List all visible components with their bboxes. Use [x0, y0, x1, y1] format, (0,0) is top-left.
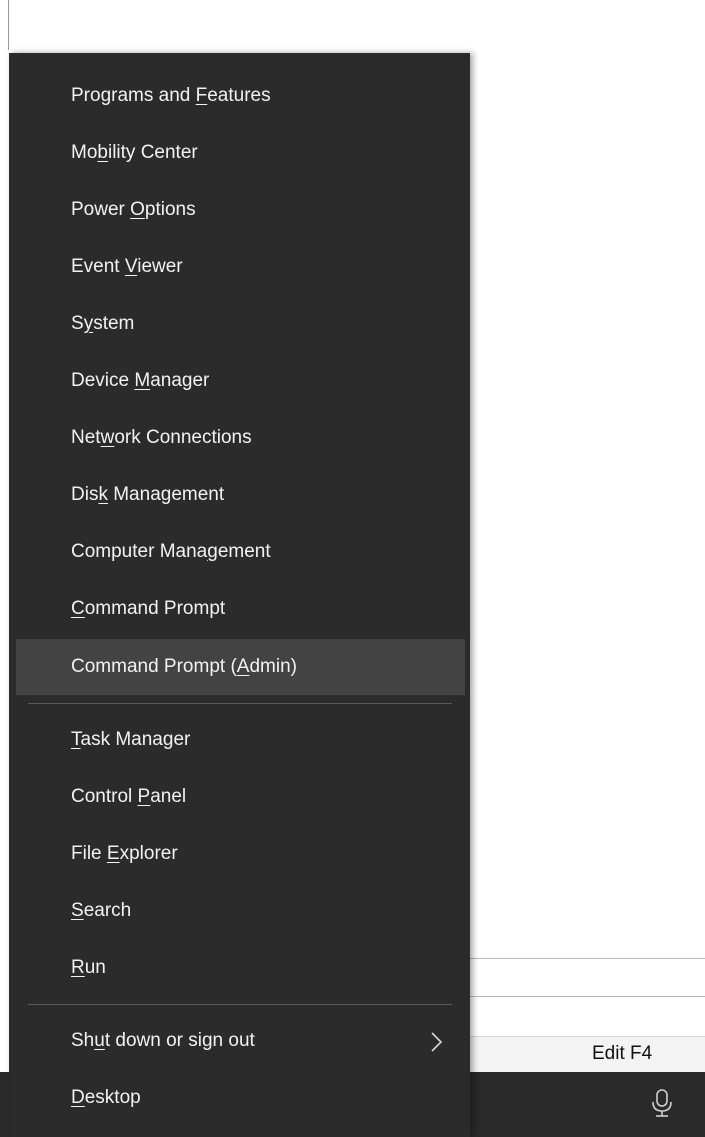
menu-item-disk-management[interactable]: Disk Management — [16, 467, 465, 523]
menu-item-event-viewer[interactable]: Event Viewer — [16, 239, 465, 295]
microphone-icon[interactable] — [650, 1088, 674, 1118]
window-edge — [8, 0, 9, 50]
menu-item-desktop[interactable]: Desktop — [16, 1070, 465, 1126]
menu-separator — [28, 703, 452, 704]
menu-item-power-options[interactable]: Power Options — [16, 182, 465, 238]
menu-item-device-manager[interactable]: Device Manager — [16, 353, 465, 409]
menu-item-mobility-center[interactable]: Mobility Center — [16, 125, 465, 181]
background-status-bar — [470, 1036, 705, 1073]
menu-item-system[interactable]: System — [16, 296, 465, 352]
quick-link-menu: Programs and Features Mobility Center Po… — [9, 53, 470, 1137]
menu-item-command-prompt-admin[interactable]: Command Prompt (Admin) — [16, 639, 465, 695]
menu-item-search[interactable]: Search — [16, 883, 465, 939]
chevron-right-icon — [431, 1032, 443, 1052]
background-divider — [470, 958, 705, 959]
status-edit-label: Edit F4 — [592, 1043, 653, 1064]
menu-separator — [28, 1004, 452, 1005]
background-divider — [470, 996, 705, 997]
menu-item-computer-management[interactable]: Computer Management — [16, 524, 465, 580]
menu-item-programs-and-features[interactable]: Programs and Features — [16, 68, 465, 124]
menu-item-run[interactable]: Run — [16, 940, 465, 996]
menu-item-network-connections[interactable]: Network Connections — [16, 410, 465, 466]
menu-item-command-prompt[interactable]: Command Prompt — [16, 581, 465, 637]
menu-item-file-explorer[interactable]: File Explorer — [16, 826, 465, 882]
menu-item-control-panel[interactable]: Control Panel — [16, 769, 465, 825]
menu-item-task-manager[interactable]: Task Manager — [16, 712, 465, 768]
menu-item-shut-down-or-sign-out[interactable]: Shut down or sign out — [16, 1013, 465, 1069]
